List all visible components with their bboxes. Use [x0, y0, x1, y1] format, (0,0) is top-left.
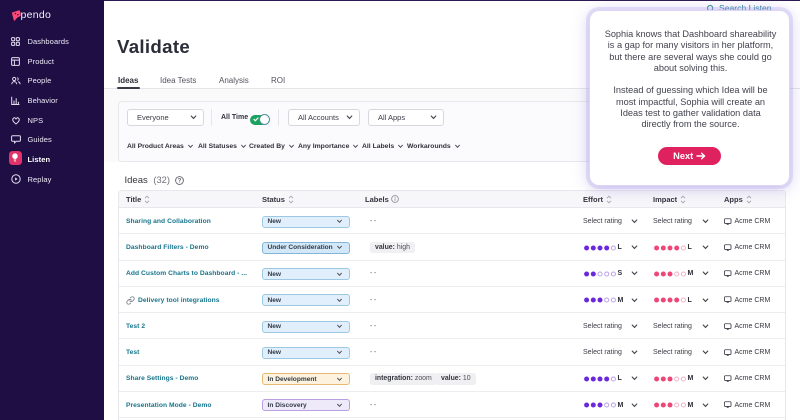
svg-text:?: ? [178, 178, 182, 184]
